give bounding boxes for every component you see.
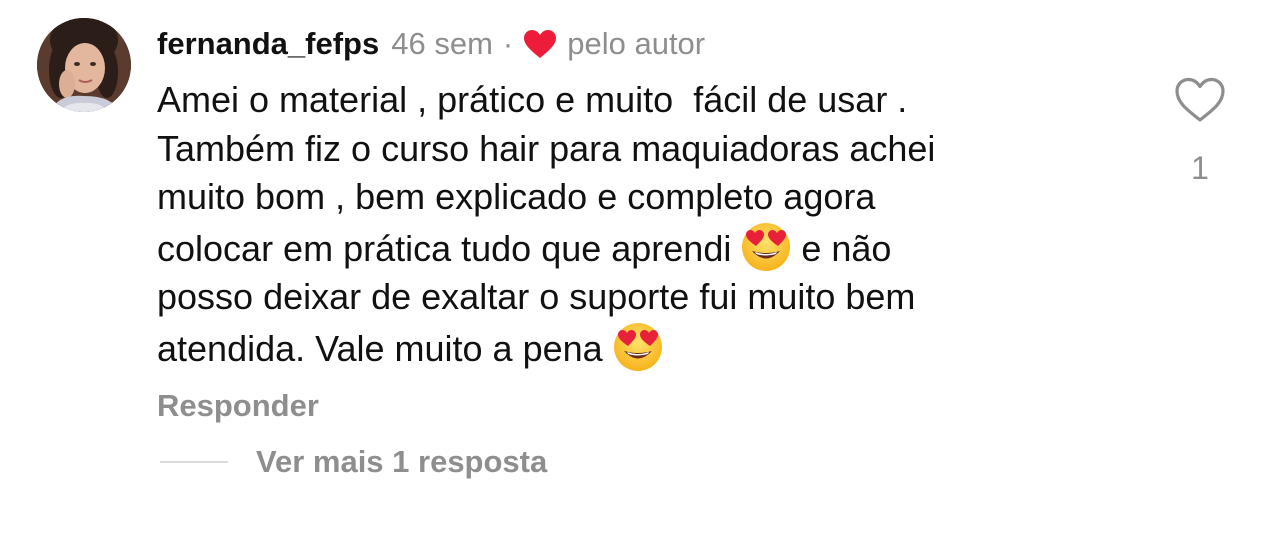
view-replies-button[interactable]: Ver mais 1 resposta [256, 444, 547, 480]
comment-header: fernanda_fefps 46 sem · pelo autor [157, 22, 705, 66]
comment-line: muito bom , bem explicado e completo ago… [157, 176, 876, 217]
profile-photo [37, 18, 131, 112]
comment-line: Amei o material , prático e muito fácil … [157, 79, 908, 120]
username[interactable]: fernanda_fefps [157, 26, 379, 62]
heart-filled-icon [524, 30, 557, 58]
like-button[interactable] [1170, 76, 1230, 124]
comment-line: Também fiz o curso hair para maquiadoras… [157, 127, 936, 169]
comment-line-with-emoji: colocar em prática tudo que aprendi e nã… [157, 222, 1137, 274]
heart-eyes-emoji-icon [742, 222, 791, 271]
like-count: 1 [1191, 150, 1209, 186]
comment-line-with-emoji: atendida. Vale muito a pena [157, 322, 1137, 374]
comment-text: Amei o material , prático e muito fácil … [157, 76, 1137, 373]
heart-eyes-emoji-icon [613, 322, 662, 371]
replies-divider [160, 461, 228, 463]
comment-line-part: e não [791, 227, 892, 269]
comment-line-part: atendida. Vale muito a pena [157, 327, 613, 369]
liked-by-author-label: pelo autor [567, 26, 706, 61]
avatar[interactable] [37, 18, 131, 112]
timestamp: 46 sem [391, 26, 493, 61]
comment-line: posso deixar de exaltar o suporte fui mu… [157, 276, 916, 317]
separator-dot: · [502, 26, 514, 61]
reply-button[interactable]: Responder [157, 388, 319, 424]
heart-outline-icon [1175, 77, 1225, 122]
view-replies-row[interactable]: Ver mais 1 resposta [160, 440, 547, 484]
comment-line-part: colocar em prática tudo que aprendi [157, 227, 742, 269]
